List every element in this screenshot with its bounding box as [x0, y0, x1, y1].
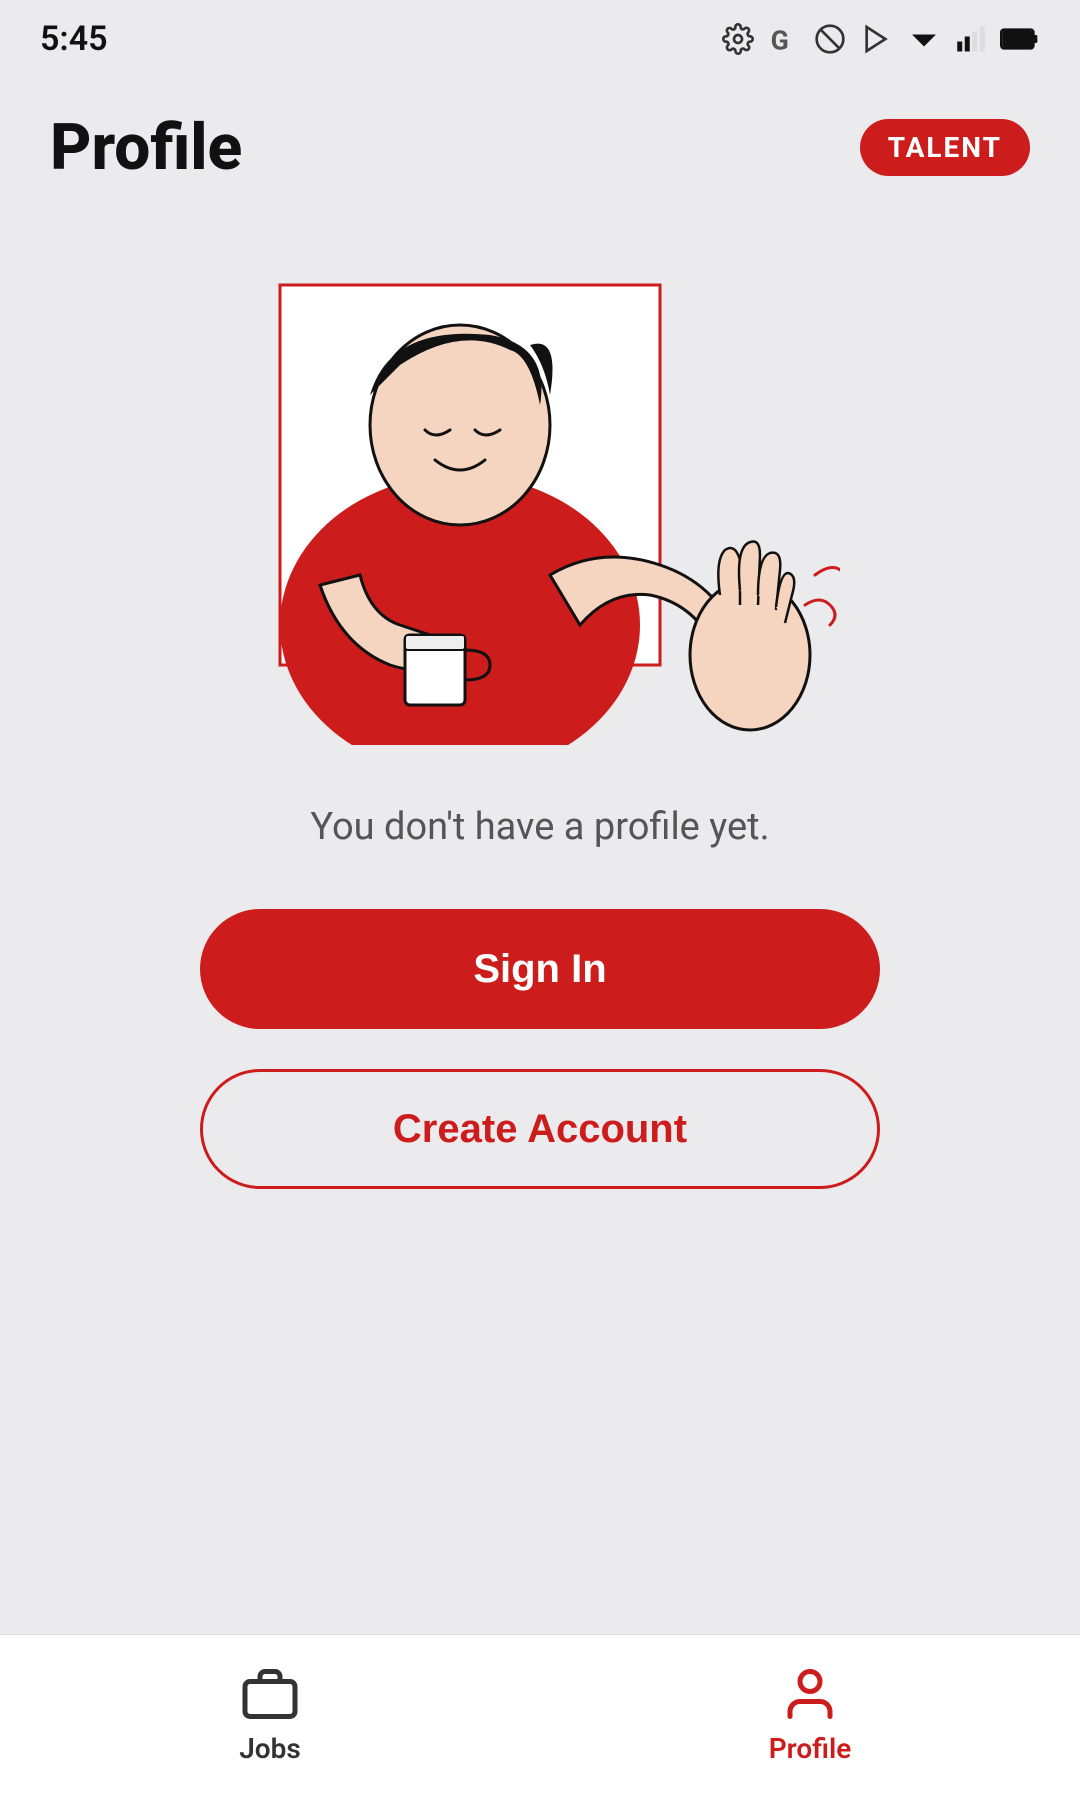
waving-person-illustration [240, 265, 840, 745]
page-title: Profile [50, 110, 242, 185]
battery-icon [1000, 25, 1040, 53]
status-icons: G [722, 23, 1040, 55]
signal-icon [956, 24, 986, 54]
circle-slash-icon [814, 23, 846, 55]
svg-text:G: G [771, 25, 789, 55]
create-account-button[interactable]: Create Account [200, 1069, 880, 1189]
play-store-icon [860, 23, 892, 55]
talent-badge: TALENT [860, 119, 1030, 176]
header: Profile TALENT [0, 70, 1080, 205]
jobs-icon [240, 1664, 300, 1724]
sign-in-button[interactable]: Sign In [200, 909, 880, 1029]
main-content: You don't have a profile yet. Sign In Cr… [0, 745, 1080, 1189]
wifi-icon [906, 25, 942, 53]
gear-icon [722, 23, 754, 55]
bottom-nav: Jobs Profile [0, 1634, 1080, 1794]
no-profile-text: You don't have a profile yet. [310, 805, 769, 849]
nav-item-profile[interactable]: Profile [540, 1664, 1080, 1765]
profile-nav-label: Profile [769, 1732, 852, 1765]
profile-icon [780, 1664, 840, 1724]
google-icon: G [768, 23, 800, 55]
illustration-container [240, 265, 840, 745]
jobs-nav-label: Jobs [239, 1732, 301, 1765]
status-time: 5:45 [40, 19, 108, 59]
nav-item-jobs[interactable]: Jobs [0, 1664, 540, 1765]
status-bar: 5:45 G [0, 0, 1080, 70]
